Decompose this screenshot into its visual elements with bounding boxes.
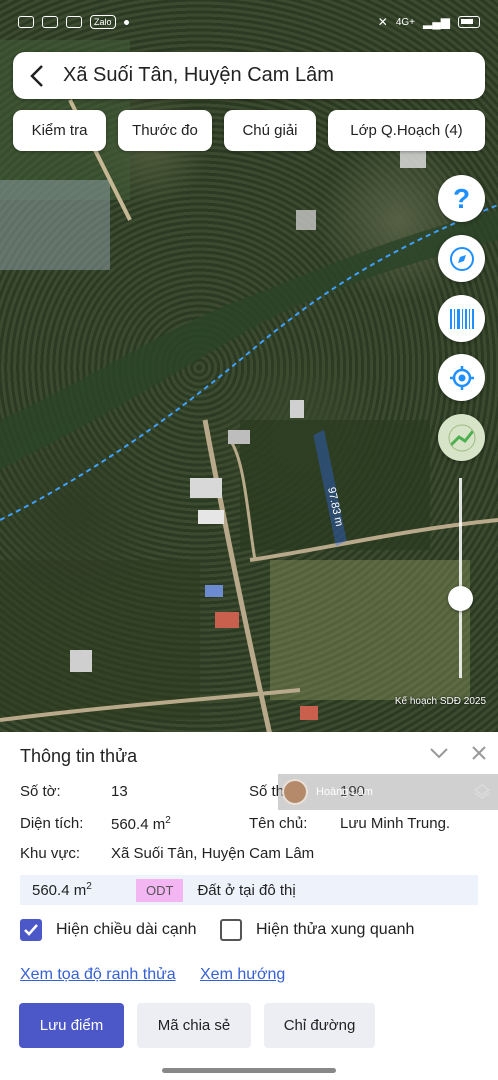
show-neighbors-label: Hiện thửa xung quanh bbox=[256, 921, 415, 938]
check-chip[interactable]: Kiểm tra bbox=[13, 110, 106, 151]
parcel-info-sheet: Thông tin thửa Số tờ: 13 Số th 190 Diện … bbox=[0, 732, 498, 1080]
zoom-slider-thumb[interactable] bbox=[448, 586, 473, 611]
my-location-button[interactable] bbox=[438, 354, 485, 401]
notification-icon bbox=[18, 16, 34, 28]
map-layer-icon bbox=[448, 424, 475, 451]
compass-icon bbox=[449, 246, 474, 271]
show-edges-label: Hiện chiều dài cạnh bbox=[56, 921, 197, 938]
help-icon: ? bbox=[452, 182, 471, 214]
area-label: Diện tích: bbox=[20, 815, 84, 832]
layers-icon bbox=[474, 784, 490, 799]
back-arrow-icon[interactable] bbox=[27, 64, 47, 88]
sheet-number-value: 13 bbox=[111, 783, 128, 800]
signal-icon: ▂▄▆ bbox=[423, 15, 450, 29]
toolbar-chips: Kiểm tra Thước đo Chú giải Lớp Q.Hoạch (… bbox=[13, 110, 485, 151]
share-code-button[interactable]: Mã chia sẻ bbox=[137, 1003, 251, 1048]
my-location-icon bbox=[449, 365, 474, 390]
close-icon bbox=[472, 746, 486, 760]
land-type: Đất ở tại đô thị bbox=[197, 881, 296, 899]
region-value: Xã Suối Tân, Huyện Cam Lâm bbox=[111, 845, 315, 862]
show-neighbors-checkbox[interactable]: Hiện thửa xung quanh bbox=[220, 919, 414, 941]
image-icon bbox=[42, 16, 58, 28]
dot-icon bbox=[123, 19, 129, 25]
network-label: 4G+ bbox=[395, 16, 416, 28]
legend-chip[interactable]: Chú giải bbox=[224, 110, 316, 151]
show-edges-checkbox[interactable]: Hiện chiều dài cạnh bbox=[20, 919, 197, 941]
close-button[interactable] bbox=[466, 740, 492, 766]
checkbox-checked-icon bbox=[20, 919, 42, 941]
barcode-button[interactable] bbox=[438, 295, 485, 342]
home-indicator[interactable] bbox=[162, 1068, 336, 1073]
chevron-down-icon bbox=[430, 748, 448, 759]
location-title[interactable]: Xã Suối Tân, Huyện Cam Lâm bbox=[63, 64, 334, 87]
area-value: 560.4 m2 bbox=[111, 815, 171, 833]
sheet-number-label: Số tờ: bbox=[20, 783, 61, 800]
barcode-icon bbox=[449, 308, 474, 329]
checkbox-unchecked-icon bbox=[220, 919, 242, 941]
collapse-button[interactable] bbox=[426, 740, 452, 766]
land-area: 560.4 m2 bbox=[32, 881, 92, 899]
view-coordinates-link[interactable]: Xem tọa độ ranh thửa bbox=[20, 966, 176, 984]
status-bar: Zalo ✕ 4G+ ▂▄▆ bbox=[0, 0, 498, 44]
region-label: Khu vực: bbox=[20, 845, 81, 862]
location-header: Xã Suối Tân, Huyện Cam Lâm bbox=[13, 52, 485, 99]
sheet-title: Thông tin thửa bbox=[20, 746, 138, 766]
owner-value: Lưu Minh Trung. bbox=[340, 815, 451, 832]
directions-button[interactable]: Chỉ đường bbox=[264, 1003, 375, 1048]
zoom-slider-track[interactable] bbox=[459, 478, 462, 678]
land-code-badge: ODT bbox=[136, 878, 184, 902]
map-layer-button[interactable] bbox=[438, 414, 485, 461]
help-button[interactable]: ? bbox=[438, 175, 485, 222]
owner-label: Tên chủ: bbox=[249, 815, 308, 832]
compass-button[interactable] bbox=[438, 235, 485, 282]
avatar bbox=[282, 779, 308, 805]
mute-icon: ✕ bbox=[377, 15, 388, 29]
ruler-chip[interactable]: Thước đo bbox=[118, 110, 212, 151]
view-direction-link[interactable]: Xem hướng bbox=[200, 966, 285, 984]
screen-record-icon bbox=[66, 16, 82, 28]
planning-layer-chip[interactable]: Lớp Q.Hoạch (4) bbox=[328, 110, 485, 151]
map-attribution: Kế hoạch SDĐ 2025 bbox=[394, 696, 486, 707]
user-overlay[interactable]: Hoàng Lâm bbox=[278, 774, 498, 810]
save-point-button[interactable]: Lưu điểm bbox=[19, 1003, 124, 1048]
land-use-row: 560.4 m2 ODT Đất ở tại đô thị bbox=[20, 875, 478, 905]
zalo-icon: Zalo bbox=[90, 15, 116, 29]
battery-icon bbox=[458, 16, 480, 28]
overlay-user-name: Hoàng Lâm bbox=[316, 786, 373, 798]
